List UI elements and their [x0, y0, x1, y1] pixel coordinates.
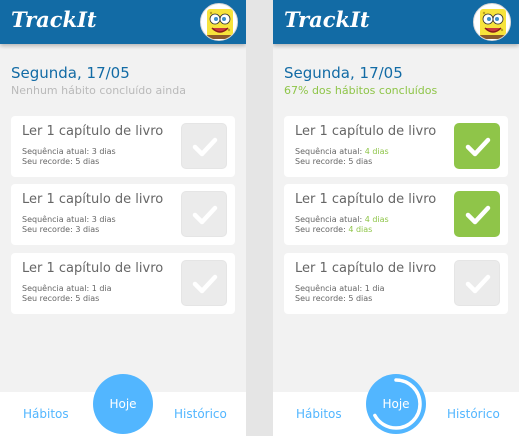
- sequence-label: Sequência atual:: [295, 284, 363, 293]
- record-sequence: Seu recorde: 5 dias: [295, 294, 372, 303]
- check-button[interactable]: [181, 123, 227, 169]
- sequence-label: Sequência atual:: [295, 215, 363, 224]
- current-sequence: Sequência atual: 4 dias: [295, 215, 389, 224]
- top-bar: TrackIt: [273, 0, 519, 44]
- sequence-value: 4 dias: [364, 215, 389, 224]
- user-avatar[interactable]: [200, 3, 238, 41]
- current-sequence: Sequência atual: 4 dias: [295, 147, 389, 156]
- habit-card: Ler 1 capítulo de livro Sequência atual:…: [284, 116, 508, 177]
- day-title: Segunda, 17/05: [11, 64, 130, 82]
- habit-card: Ler 1 capítulo de livro Sequência atual:…: [284, 253, 508, 314]
- nav-habits-link[interactable]: Hábitos: [23, 407, 69, 421]
- record-label: Seu recorde:: [295, 225, 346, 234]
- nav-history-link[interactable]: Histórico: [174, 407, 227, 421]
- habit-title: Ler 1 capítulo de livro: [22, 124, 164, 139]
- day-title: Segunda, 17/05: [284, 64, 403, 82]
- check-button[interactable]: [454, 123, 500, 169]
- record-label: Seu recorde:: [295, 157, 346, 166]
- habit-title: Ler 1 capítulo de livro: [22, 192, 164, 207]
- sequence-value: 3 dias: [91, 215, 116, 224]
- check-button[interactable]: [181, 191, 227, 237]
- record-label: Seu recorde:: [295, 294, 346, 303]
- progress-subtitle: Nenhum hábito concluído ainda: [11, 84, 186, 97]
- habit-card: Ler 1 capítulo de livro Sequência atual:…: [11, 253, 235, 314]
- spongebob-avatar-icon: [207, 9, 233, 39]
- checkmark-icon: [465, 137, 491, 157]
- sequence-value: 1 dia: [91, 284, 112, 293]
- habit-title: Ler 1 capítulo de livro: [295, 124, 437, 139]
- checkmark-icon: [465, 205, 491, 225]
- current-sequence: Sequência atual: 1 dia: [22, 284, 112, 293]
- sequence-label: Sequência atual:: [295, 147, 363, 156]
- habit-card: Ler 1 capítulo de livro Sequência atual:…: [11, 116, 235, 177]
- nav-history-link[interactable]: Histórico: [447, 407, 500, 421]
- app-logo: TrackIt: [11, 7, 97, 32]
- record-sequence: Seu recorde: 3 dias: [22, 225, 99, 234]
- habit-title: Ler 1 capítulo de livro: [295, 192, 437, 207]
- record-value: 3 dias: [75, 225, 100, 234]
- check-button[interactable]: [454, 191, 500, 237]
- record-value: 5 dias: [348, 157, 373, 166]
- today-progress-ring: [370, 378, 422, 430]
- record-value: 4 dias: [348, 225, 373, 234]
- sequence-label: Sequência atual:: [22, 147, 90, 156]
- checkmark-icon: [465, 274, 491, 294]
- current-sequence: Sequência atual: 3 dias: [22, 215, 116, 224]
- current-sequence: Sequência atual: 1 dia: [295, 284, 385, 293]
- checkmark-icon: [192, 274, 218, 294]
- sequence-label: Sequência atual:: [22, 284, 90, 293]
- habit-card: Ler 1 capítulo de livro Sequência atual:…: [11, 184, 235, 245]
- spongebob-avatar-icon: [480, 9, 506, 39]
- record-sequence: Seu recorde: 5 dias: [22, 294, 99, 303]
- nav-habits-link[interactable]: Hábitos: [296, 407, 342, 421]
- checkmark-icon: [192, 137, 218, 157]
- record-sequence: Seu recorde: 5 dias: [295, 157, 372, 166]
- app-logo: TrackIt: [284, 7, 370, 32]
- record-label: Seu recorde:: [22, 294, 73, 303]
- record-value: 5 dias: [348, 294, 373, 303]
- nav-today-button[interactable]: Hoje: [93, 374, 153, 434]
- checkmark-icon: [192, 205, 218, 225]
- sequence-value: 4 dias: [364, 147, 389, 156]
- sequence-value: 1 dia: [364, 284, 385, 293]
- today-screen-empty: TrackIt Segunda, 17/05 Nenhum hábito con…: [0, 0, 246, 436]
- top-bar: TrackIt: [0, 0, 246, 44]
- sequence-value: 3 dias: [91, 147, 116, 156]
- check-button[interactable]: [181, 260, 227, 306]
- user-avatar[interactable]: [473, 3, 511, 41]
- record-label: Seu recorde:: [22, 157, 73, 166]
- record-sequence: Seu recorde: 5 dias: [22, 157, 99, 166]
- habit-card: Ler 1 capítulo de livro Sequência atual:…: [284, 184, 508, 245]
- record-sequence: Seu recorde: 4 dias: [295, 225, 372, 234]
- record-label: Seu recorde:: [22, 225, 73, 234]
- progress-subtitle: 67% dos hábitos concluídos: [284, 84, 438, 97]
- check-button[interactable]: [454, 260, 500, 306]
- today-screen-progress: TrackIt Segunda, 17/05 67% dos hábitos c…: [273, 0, 519, 436]
- record-value: 5 dias: [75, 294, 100, 303]
- habit-title: Ler 1 capítulo de livro: [295, 261, 437, 276]
- sequence-label: Sequência atual:: [22, 215, 90, 224]
- habit-title: Ler 1 capítulo de livro: [22, 261, 164, 276]
- record-value: 5 dias: [75, 157, 100, 166]
- current-sequence: Sequência atual: 3 dias: [22, 147, 116, 156]
